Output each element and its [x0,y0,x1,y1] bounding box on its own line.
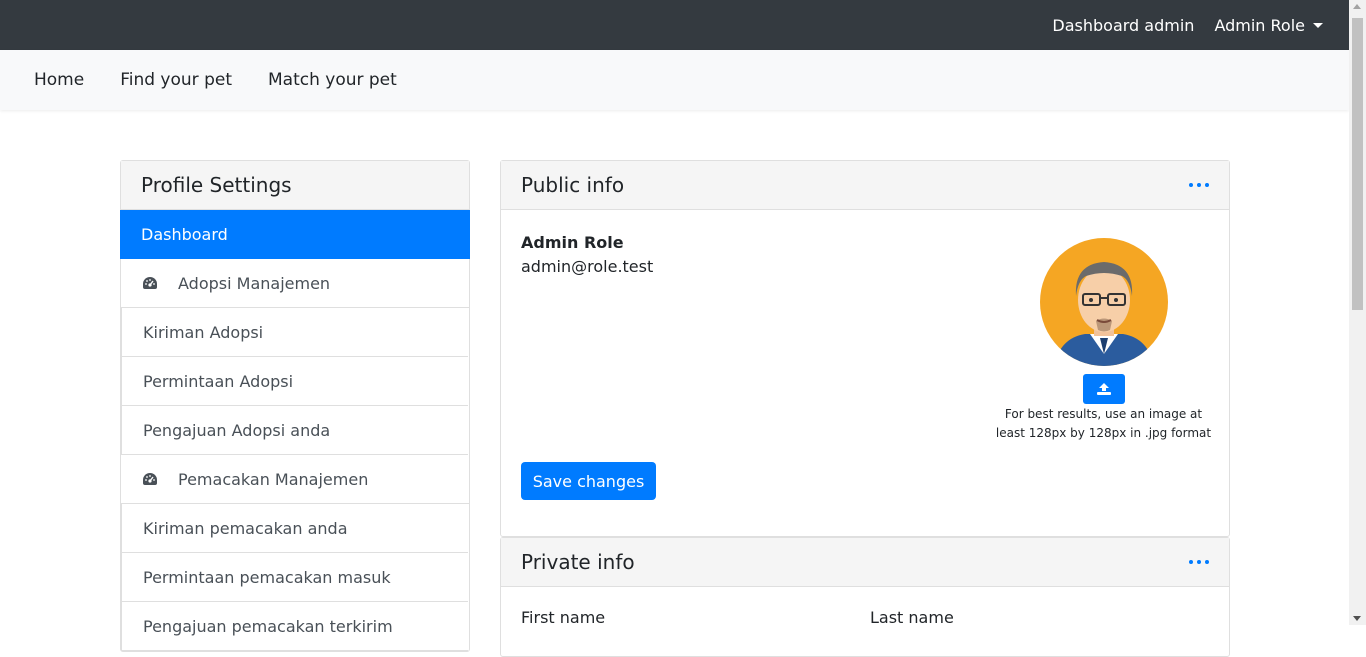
tachometer-icon [143,277,157,289]
more-options-icon[interactable] [1189,183,1209,187]
sidebar-item-adopsi-manajemen[interactable]: Adopsi Manajemen [121,259,469,308]
sidebar-item-permintaan-pemacakan[interactable]: Permintaan pemacakan masuk [121,553,468,602]
sidebar-item-kiriman-adopsi[interactable]: Kiriman Adopsi [121,308,468,357]
upload-avatar-button[interactable] [1083,374,1125,404]
dashboard-admin-link[interactable]: Dashboard admin [1052,16,1194,35]
sidebar-item-label: Kiriman Adopsi [143,322,264,342]
sidebar-item-pengajuan-pemacakan[interactable]: Pengajuan pemacakan terkirim [121,602,468,651]
sidebar-item-label: Permintaan Adopsi [143,371,294,391]
nav-home[interactable]: Home [16,70,102,90]
tachometer-icon [143,473,157,485]
top-navbar: Dashboard admin Admin Role [0,0,1349,50]
scroll-down-icon[interactable] [1353,616,1361,621]
sidebar-item-permintaan-adopsi[interactable]: Permintaan Adopsi [121,357,468,406]
save-changes-button[interactable]: Save changes [521,462,656,500]
sidebar-item-label: Kiriman pemacakan anda [143,518,348,538]
scroll-up-icon[interactable] [1353,4,1361,9]
sidebar-item-label: Pengajuan Adopsi anda [143,420,331,440]
last-name-label: Last name [870,608,954,627]
sidebar-item-label: Pengajuan pemacakan terkirim [143,616,393,636]
private-info-header: Private info [501,538,1229,587]
sidebar-item-pengajuan-adopsi[interactable]: Pengajuan Adopsi anda [121,406,468,455]
user-name: Admin Role [521,233,624,252]
avatar [1040,238,1168,366]
public-info-card: Public info Admin Role admin@role.test F… [500,160,1230,537]
sidebar-item-kiriman-pemacakan[interactable]: Kiriman pemacakan anda [121,504,468,553]
user-menu-label: Admin Role [1214,15,1305,35]
first-name-label: First name [521,608,606,627]
nav-find-your-pet[interactable]: Find your pet [102,70,250,90]
sidebar-item-label: Dashboard [141,225,228,244]
private-info-title: Private info [521,550,635,574]
upload-hint: For best results, use an image at least … [995,407,1212,440]
sidebar-title: Profile Settings [121,161,469,210]
user-email: admin@role.test [521,257,654,276]
user-menu-dropdown[interactable]: Admin Role [1214,16,1323,35]
sidebar-item-dashboard[interactable]: Dashboard [120,210,470,259]
public-info-title: Public info [521,173,625,197]
public-info-header: Public info [501,161,1229,210]
scrollbar-thumb[interactable] [1352,18,1363,310]
sidebar-item-label: Pemacakan Manajemen [178,469,369,489]
sidebar-item-pemacakan-manajemen[interactable]: Pemacakan Manajemen [121,455,469,504]
upload-icon [1097,383,1111,395]
more-options-icon[interactable] [1189,560,1209,564]
sidebar-item-label: Adopsi Manajemen [178,273,331,293]
profile-settings-sidebar: Profile Settings Dashboard Adopsi Manaje… [120,160,470,652]
sidebar-item-label: Permintaan pemacakan masuk [143,567,391,587]
private-info-card: Private info First name Last name [500,537,1230,657]
page-scrollbar[interactable] [1349,0,1366,625]
nav-match-your-pet[interactable]: Match your pet [250,70,415,90]
caret-down-icon [1313,22,1323,28]
main-navbar: Home Find your pet Match your pet [0,50,1349,110]
